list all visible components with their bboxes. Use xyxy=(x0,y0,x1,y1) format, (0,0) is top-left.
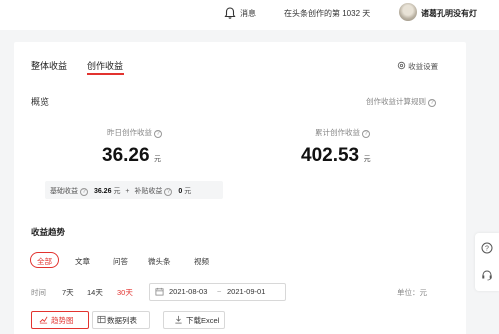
creation-days-text: 在头条创作的第 1032 天 xyxy=(284,9,371,18)
range-30d[interactable]: 30天 xyxy=(117,287,133,298)
total-amount: 402.53 元 xyxy=(301,145,371,167)
username[interactable]: 诸葛孔明没有灯 xyxy=(421,8,477,19)
help-circle-icon[interactable]: ? xyxy=(481,242,493,254)
income-breakdown-row: 基础收益? 36.26 元 + 补贴收益? 0 元 xyxy=(50,186,191,196)
subsidy-income-unit: 元 xyxy=(184,188,192,195)
base-income-unit: 元 xyxy=(113,188,121,195)
filter-micro[interactable]: 微头条 xyxy=(148,256,171,267)
range-7d[interactable]: 7天 xyxy=(62,287,74,298)
total-unit: 元 xyxy=(363,156,371,163)
tab-overall-income[interactable]: 整体收益 xyxy=(31,59,67,72)
time-label: 时间 xyxy=(31,288,46,297)
help-icon[interactable]: ? xyxy=(362,130,370,138)
help-icon: ? xyxy=(428,99,436,107)
date-end[interactable]: 2021-09-01 xyxy=(227,287,265,296)
range-14d[interactable]: 14天 xyxy=(87,287,103,298)
svg-text:?: ? xyxy=(485,246,489,253)
total-value: 402.53 xyxy=(301,145,360,166)
trend-title: 收益趋势 xyxy=(31,227,66,237)
unit-label: 单位：元 xyxy=(397,288,427,297)
yesterday-amount: 36.26 元 xyxy=(102,145,161,167)
filter-article[interactable]: 文章 xyxy=(75,256,90,267)
download-excel-label[interactable]: 下载Excel xyxy=(186,315,219,326)
calendar-icon xyxy=(155,287,164,296)
yesterday-value: 36.26 xyxy=(102,145,150,166)
rules-link[interactable]: 创作收益计算规则? xyxy=(366,96,436,107)
plus-sign: + xyxy=(125,188,130,195)
download-icon xyxy=(175,315,182,324)
date-separator: ~ xyxy=(217,287,222,296)
filter-qa[interactable]: 问答 xyxy=(113,256,128,267)
subsidy-income-value: 0 xyxy=(178,188,183,195)
avatar[interactable] xyxy=(399,3,417,21)
line-chart-icon xyxy=(39,316,48,324)
rules-link-label: 创作收益计算规则 xyxy=(366,97,426,106)
total-label: 累计创作收益 xyxy=(315,128,360,137)
chart-view-label[interactable]: 趋势图 xyxy=(51,315,74,326)
subsidy-income-label: 补贴收益 xyxy=(134,188,163,195)
total-label-wrap: 累计创作收益? xyxy=(315,127,370,138)
bell-icon[interactable] xyxy=(223,6,237,20)
base-income-value: 36.26 xyxy=(93,188,112,195)
help-icon[interactable]: ? xyxy=(80,188,88,196)
help-icon[interactable]: ? xyxy=(154,130,162,138)
settings-label: 收益设置 xyxy=(408,62,439,71)
overview-title: 概览 xyxy=(31,97,50,107)
gear-icon xyxy=(397,61,406,70)
table-icon xyxy=(97,315,106,324)
active-tab-indicator xyxy=(87,73,124,75)
base-income-label: 基础收益 xyxy=(50,188,78,195)
top-bar: 消息 在头条创作的第 1032 天 诸葛孔明没有灯 xyxy=(0,0,499,30)
settings-link[interactable]: 收益设置 xyxy=(397,61,438,72)
yesterday-label: 昨日创作收益 xyxy=(107,128,152,137)
date-start[interactable]: 2021-08-03 xyxy=(169,287,207,296)
headset-icon[interactable] xyxy=(481,269,493,281)
filter-video[interactable]: 视频 xyxy=(194,256,209,267)
yesterday-label-wrap: 昨日创作收益? xyxy=(107,127,162,138)
help-icon[interactable]: ? xyxy=(164,188,173,196)
list-view-label[interactable]: 数据列表 xyxy=(107,315,137,326)
tab-creation-income[interactable]: 创作收益 xyxy=(87,59,123,72)
messages-label[interactable]: 消息 xyxy=(240,8,256,19)
filter-all[interactable]: 全部 xyxy=(37,256,52,267)
yesterday-unit: 元 xyxy=(154,156,161,163)
